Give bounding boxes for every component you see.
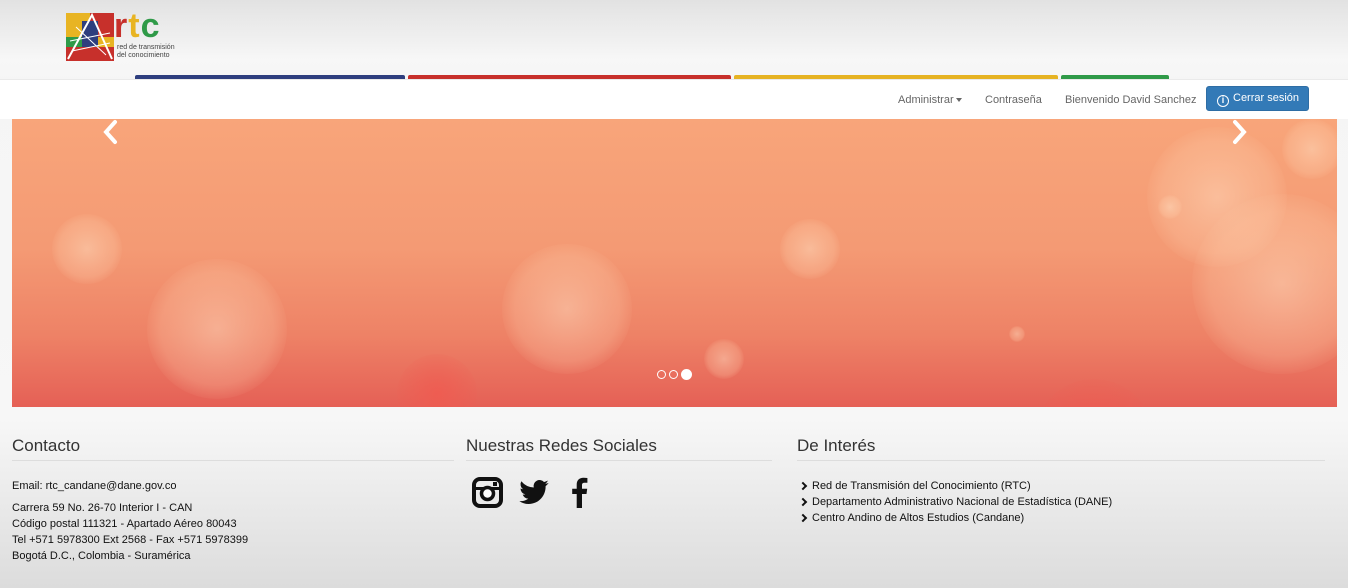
interest-title: De Interés [797,436,1325,461]
interest-link-label: Departamento Administrativo Nacional de … [812,496,1113,508]
instagram-icon[interactable] [472,476,503,508]
contact-address: Carrera 59 No. 26-70 Interior I - CAN Có… [12,500,454,564]
password-link[interactable]: Contraseña [985,94,1042,106]
top-navbar: Administrar Contraseña Bienvenido David … [0,79,1348,119]
address-line: Carrera 59 No. 26-70 Interior I - CAN [12,502,193,514]
logo-tagline: red de transmisión del conocimiento [117,44,175,60]
logout-label: Cerrar sesión [1233,92,1300,104]
welcome-user-link[interactable]: Bienvenido David Sanchez [1065,94,1196,106]
address-line: Código postal 111321 - Apartado Aéreo 80… [12,518,237,530]
hero-carousel[interactable] [12,119,1337,407]
contact-title: Contacto [12,436,454,461]
caret-down-icon [955,98,962,103]
social-title: Nuestras Redes Sociales [466,436,772,461]
interest-link[interactable]: Centro Andino de Altos Estudios (Candane… [797,510,1325,526]
rtc-logo[interactable]: rtc red de transmisión del conocimiento [66,7,196,63]
contact-email: Email: rtc_candane@dane.gov.co [12,480,177,492]
carousel-slide-image [52,119,1337,407]
interest-link-label: Red de Transmisión del Conocimiento (RTC… [812,480,1031,492]
footer-interest: De Interés Red de Transmisión del Conoci… [797,436,1325,526]
chevron-right-icon [798,481,808,490]
carousel-dot-1[interactable] [657,370,666,379]
chevron-right-icon [798,497,808,506]
tagline-line1: red de transmisión [117,44,175,51]
address-line: Tel +571 5978300 Ext 2568 - Fax +571 597… [12,534,249,546]
tagline-line2: del conocimiento [117,52,170,59]
site-header: rtc red de transmisión del conocimiento [0,0,1348,80]
admin-dropdown[interactable]: Administrar [898,94,962,106]
interest-links: Red de Transmisión del Conocimiento (RTC… [797,478,1325,526]
logo-mark-icon [66,13,114,61]
chevron-right-icon [798,513,808,522]
carousel-prev-button[interactable] [100,119,122,145]
carousel-dot-3[interactable] [681,369,692,380]
carousel-dot-2[interactable] [669,370,678,379]
footer-contact: Contacto Email: rtc_candane@dane.gov.co … [12,436,454,564]
address-line: Bogotá D.C., Colombia - Suramérica [12,550,191,562]
admin-label: Administrar [898,94,954,106]
info-icon: i [1217,95,1229,107]
interest-link-label: Centro Andino de Altos Estudios (Candane… [812,512,1025,524]
footer-social: Nuestras Redes Sociales [466,436,772,461]
interest-link[interactable]: Red de Transmisión del Conocimiento (RTC… [797,478,1325,494]
logo-wordmark: rtc [114,7,161,45]
logout-button[interactable]: i Cerrar sesión [1206,86,1309,111]
facebook-icon[interactable] [568,476,590,508]
interest-link[interactable]: Departamento Administrativo Nacional de … [797,494,1325,510]
carousel-next-button[interactable] [1228,119,1250,145]
twitter-icon[interactable] [518,476,550,508]
